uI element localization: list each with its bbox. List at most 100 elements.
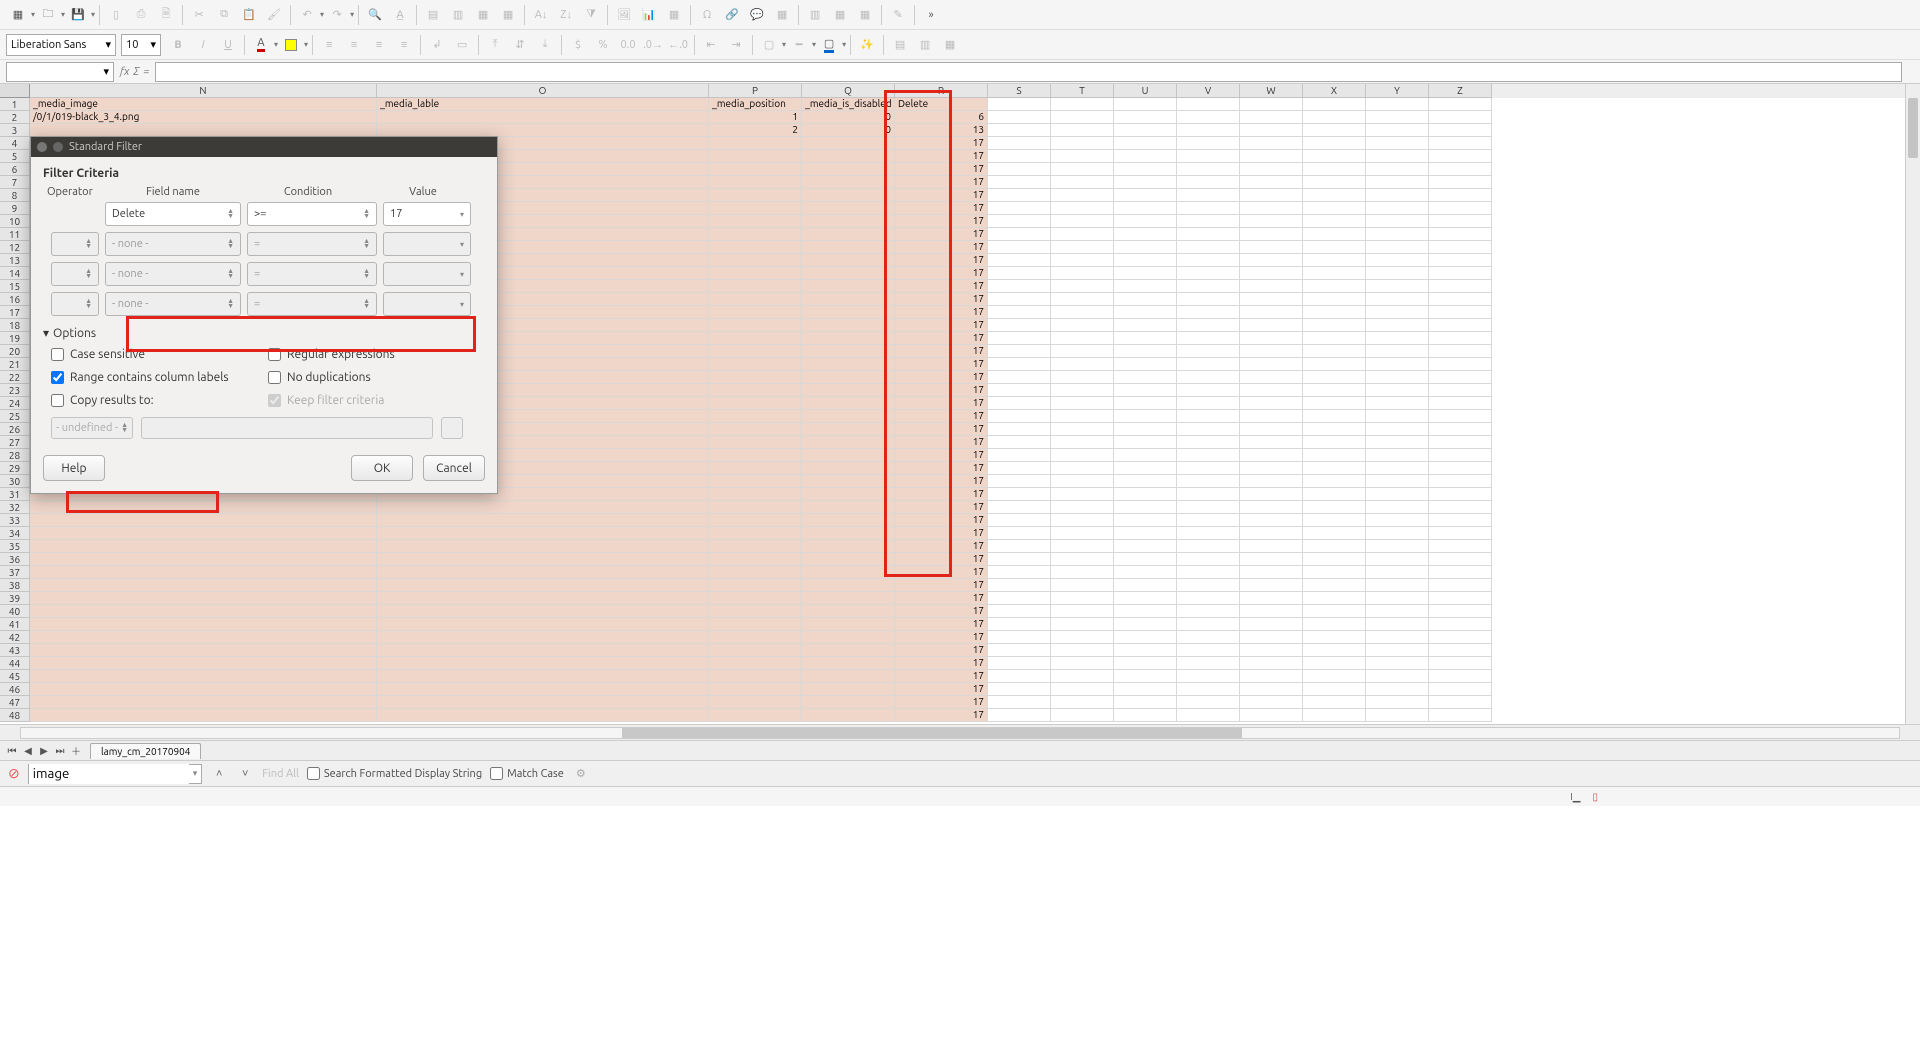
- fx-button[interactable]: fx: [120, 66, 129, 78]
- cell-Q28[interactable]: [802, 449, 895, 462]
- border-style-button[interactable]: ━▾: [787, 33, 816, 57]
- cell-Z43[interactable]: [1429, 644, 1492, 657]
- cell-R18[interactable]: 17: [895, 319, 988, 332]
- cell-P39[interactable]: [709, 592, 802, 605]
- col-header-V[interactable]: V: [1177, 84, 1240, 98]
- cell-R4[interactable]: 17: [895, 137, 988, 150]
- cell-P36[interactable]: [709, 553, 802, 566]
- cell-Z28[interactable]: [1429, 449, 1492, 462]
- cell-R22[interactable]: 17: [895, 371, 988, 384]
- cell-P41[interactable]: [709, 618, 802, 631]
- cell-Y3[interactable]: [1366, 124, 1429, 137]
- cell-O2[interactable]: [377, 111, 709, 124]
- cell-W32[interactable]: [1240, 501, 1303, 514]
- cell-Y45[interactable]: [1366, 670, 1429, 683]
- cell-U24[interactable]: [1114, 397, 1177, 410]
- cell-U4[interactable]: [1114, 137, 1177, 150]
- cell-W31[interactable]: [1240, 488, 1303, 501]
- cell-S39[interactable]: [988, 592, 1051, 605]
- cell-S41[interactable]: [988, 618, 1051, 631]
- copy-to-checkbox[interactable]: Copy results to:: [51, 394, 268, 407]
- cell-U35[interactable]: [1114, 540, 1177, 553]
- sort-asc-button[interactable]: A↓: [529, 3, 553, 27]
- cell-P38[interactable]: [709, 579, 802, 592]
- cell-Z1[interactable]: [1429, 98, 1492, 111]
- cell-Q35[interactable]: [802, 540, 895, 553]
- cell-W34[interactable]: [1240, 527, 1303, 540]
- borders-button[interactable]: ▢▾: [757, 33, 786, 57]
- align-center-button[interactable]: ≡: [342, 33, 366, 57]
- cell-Q10[interactable]: [802, 215, 895, 228]
- cell-T1[interactable]: [1051, 98, 1114, 111]
- cell-T11[interactable]: [1051, 228, 1114, 241]
- cell-R42[interactable]: 17: [895, 631, 988, 644]
- dialog-titlebar[interactable]: Standard Filter: [31, 137, 497, 157]
- cell-U31[interactable]: [1114, 488, 1177, 501]
- cell-O48[interactable]: [377, 709, 709, 722]
- cell-X17[interactable]: [1303, 306, 1366, 319]
- cell-V6[interactable]: [1177, 163, 1240, 176]
- find-prev-button[interactable]: ˄: [210, 765, 228, 783]
- cell-R48[interactable]: 17: [895, 709, 988, 722]
- cell-V28[interactable]: [1177, 449, 1240, 462]
- cell-P2[interactable]: 1: [709, 111, 802, 124]
- cell-Z24[interactable]: [1429, 397, 1492, 410]
- cell-Z31[interactable]: [1429, 488, 1492, 501]
- cell-Q20[interactable]: [802, 345, 895, 358]
- cell-Z11[interactable]: [1429, 228, 1492, 241]
- col-header-S[interactable]: S: [988, 84, 1051, 98]
- cell-W39[interactable]: [1240, 592, 1303, 605]
- cell-R13[interactable]: 17: [895, 254, 988, 267]
- cell-Z14[interactable]: [1429, 267, 1492, 280]
- cell-R39[interactable]: 17: [895, 592, 988, 605]
- cell-W33[interactable]: [1240, 514, 1303, 527]
- cell-P3[interactable]: 2: [709, 124, 802, 137]
- cell-N1[interactable]: _media_image: [30, 98, 377, 111]
- cell-Y27[interactable]: [1366, 436, 1429, 449]
- cell-T34[interactable]: [1051, 527, 1114, 540]
- cell-Z44[interactable]: [1429, 657, 1492, 670]
- cell-X3[interactable]: [1303, 124, 1366, 137]
- cell-Z30[interactable]: [1429, 475, 1492, 488]
- cell-U32[interactable]: [1114, 501, 1177, 514]
- cell-U39[interactable]: [1114, 592, 1177, 605]
- cell-U10[interactable]: [1114, 215, 1177, 228]
- cell-T40[interactable]: [1051, 605, 1114, 618]
- currency-button[interactable]: $: [566, 33, 590, 57]
- cell-Y32[interactable]: [1366, 501, 1429, 514]
- cell-Y28[interactable]: [1366, 449, 1429, 462]
- cell-P18[interactable]: [709, 319, 802, 332]
- row-header-28[interactable]: 28: [0, 449, 30, 462]
- row-header-1[interactable]: 1: [0, 98, 30, 111]
- cell-X1[interactable]: [1303, 98, 1366, 111]
- cell-Y33[interactable]: [1366, 514, 1429, 527]
- cell-P1[interactable]: _media_position: [709, 98, 802, 111]
- col-header-P[interactable]: P: [709, 84, 802, 98]
- cell-X5[interactable]: [1303, 150, 1366, 163]
- cell-V27[interactable]: [1177, 436, 1240, 449]
- cell-Z3[interactable]: [1429, 124, 1492, 137]
- cell-R8[interactable]: 17: [895, 189, 988, 202]
- cell-O40[interactable]: [377, 605, 709, 618]
- cell-P20[interactable]: [709, 345, 802, 358]
- cell-X21[interactable]: [1303, 358, 1366, 371]
- cell-T36[interactable]: [1051, 553, 1114, 566]
- cell-Z37[interactable]: [1429, 566, 1492, 579]
- cell-O44[interactable]: [377, 657, 709, 670]
- cell-X37[interactable]: [1303, 566, 1366, 579]
- cell-V8[interactable]: [1177, 189, 1240, 202]
- cell-Y15[interactable]: [1366, 280, 1429, 293]
- cell-O33[interactable]: [377, 514, 709, 527]
- find-button[interactable]: 🔍: [363, 3, 387, 27]
- cell-S4[interactable]: [988, 137, 1051, 150]
- cell-U18[interactable]: [1114, 319, 1177, 332]
- cell-Q37[interactable]: [802, 566, 895, 579]
- cell-O41[interactable]: [377, 618, 709, 631]
- cell-R27[interactable]: 17: [895, 436, 988, 449]
- cell-Q16[interactable]: [802, 293, 895, 306]
- row-header-21[interactable]: 21: [0, 358, 30, 371]
- cell-P5[interactable]: [709, 150, 802, 163]
- col-header-N[interactable]: N: [30, 84, 377, 98]
- cell-P13[interactable]: [709, 254, 802, 267]
- font-size-select[interactable]: 10▾: [121, 34, 161, 56]
